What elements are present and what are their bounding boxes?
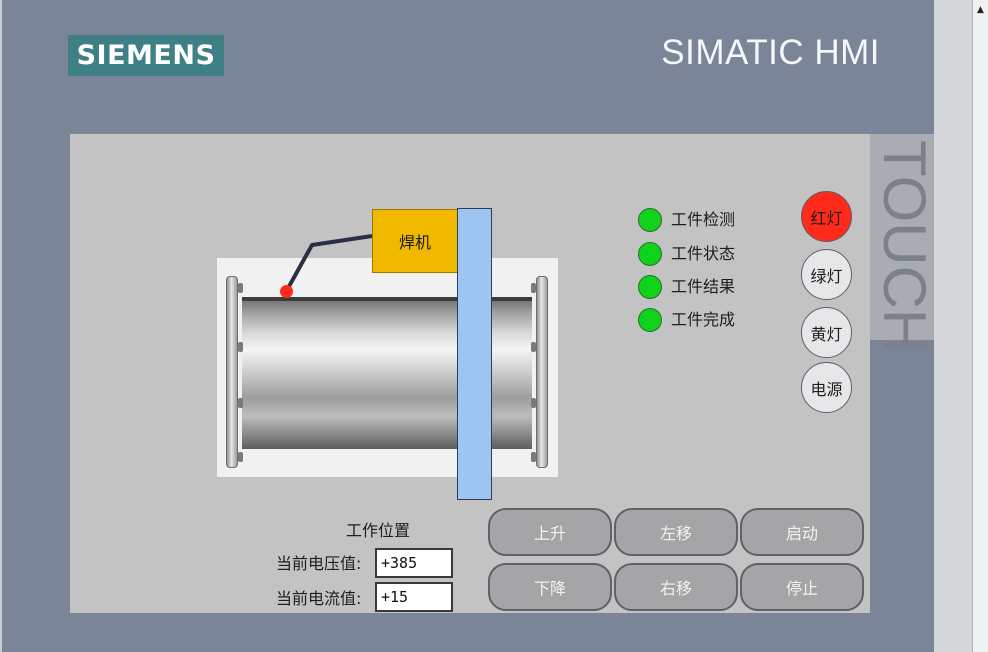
current-value-field[interactable]: +15 bbox=[375, 582, 453, 612]
flange-bolt bbox=[238, 398, 243, 408]
stop-button[interactable]: 停止 bbox=[740, 563, 864, 611]
indicator-light-workpiece-complete bbox=[638, 308, 662, 332]
lower-button[interactable]: 下降 bbox=[488, 563, 612, 611]
green-lamp-button[interactable]: 绿灯 bbox=[801, 249, 852, 300]
scroll-track[interactable] bbox=[973, 18, 988, 652]
raise-button[interactable]: 上升 bbox=[488, 508, 612, 556]
touch-label: TOUCH bbox=[871, 140, 938, 353]
move-right-button[interactable]: 右移 bbox=[614, 563, 738, 611]
indicator-label-workpiece-complete: 工件完成 bbox=[671, 310, 736, 329]
pipe-left-flange bbox=[226, 276, 238, 468]
work-position-title: 工作位置 bbox=[346, 521, 411, 540]
power-lamp-button[interactable]: 电源 bbox=[801, 362, 852, 413]
start-button[interactable]: 启动 bbox=[740, 508, 864, 556]
flange-bolt bbox=[531, 283, 536, 293]
voltage-label: 当前电压值: bbox=[276, 554, 362, 573]
welder-label: 焊机 bbox=[398, 233, 431, 252]
green-lamp-label: 绿灯 bbox=[810, 266, 843, 286]
pipe-right-flange bbox=[536, 276, 548, 468]
indicator-label-workpiece-detect: 工件检测 bbox=[671, 210, 736, 229]
weld-point-indicator bbox=[280, 285, 293, 298]
flange-bolt bbox=[238, 342, 243, 352]
indicator-light-workpiece-detect bbox=[638, 208, 662, 232]
indicator-light-workpiece-status bbox=[638, 242, 662, 266]
flange-bolt bbox=[238, 452, 243, 462]
red-lamp-label: 红灯 bbox=[810, 208, 843, 228]
move-left-button[interactable]: 左移 bbox=[614, 508, 738, 556]
flange-bolt bbox=[531, 398, 536, 408]
scroll-up-arrow-icon[interactable]: ▲ bbox=[973, 2, 988, 18]
red-lamp-button[interactable]: 红灯 bbox=[801, 191, 852, 242]
vertical-scrollbar[interactable]: ▲ bbox=[972, 0, 988, 652]
flange-bolt bbox=[238, 283, 243, 293]
welding-gantry-bar bbox=[457, 208, 492, 500]
yellow-lamp-button[interactable]: 黄灯 bbox=[801, 307, 852, 358]
simatic-hmi-title: SIMATIC HMI bbox=[661, 33, 880, 72]
indicator-label-workpiece-result: 工件结果 bbox=[671, 277, 736, 296]
current-label: 当前电流值: bbox=[276, 589, 362, 608]
flange-bolt bbox=[531, 342, 536, 352]
welder-unit: 焊机 bbox=[372, 209, 458, 273]
yellow-lamp-label: 黄灯 bbox=[810, 324, 843, 344]
window-right-strip bbox=[934, 0, 972, 652]
voltage-value-field[interactable]: +385 bbox=[375, 548, 453, 578]
flange-bolt bbox=[531, 452, 536, 462]
indicator-light-workpiece-result bbox=[638, 275, 662, 299]
power-lamp-label: 电源 bbox=[810, 379, 843, 399]
siemens-logo: SIEMENS bbox=[68, 35, 224, 76]
indicator-label-workpiece-status: 工件状态 bbox=[671, 244, 736, 263]
